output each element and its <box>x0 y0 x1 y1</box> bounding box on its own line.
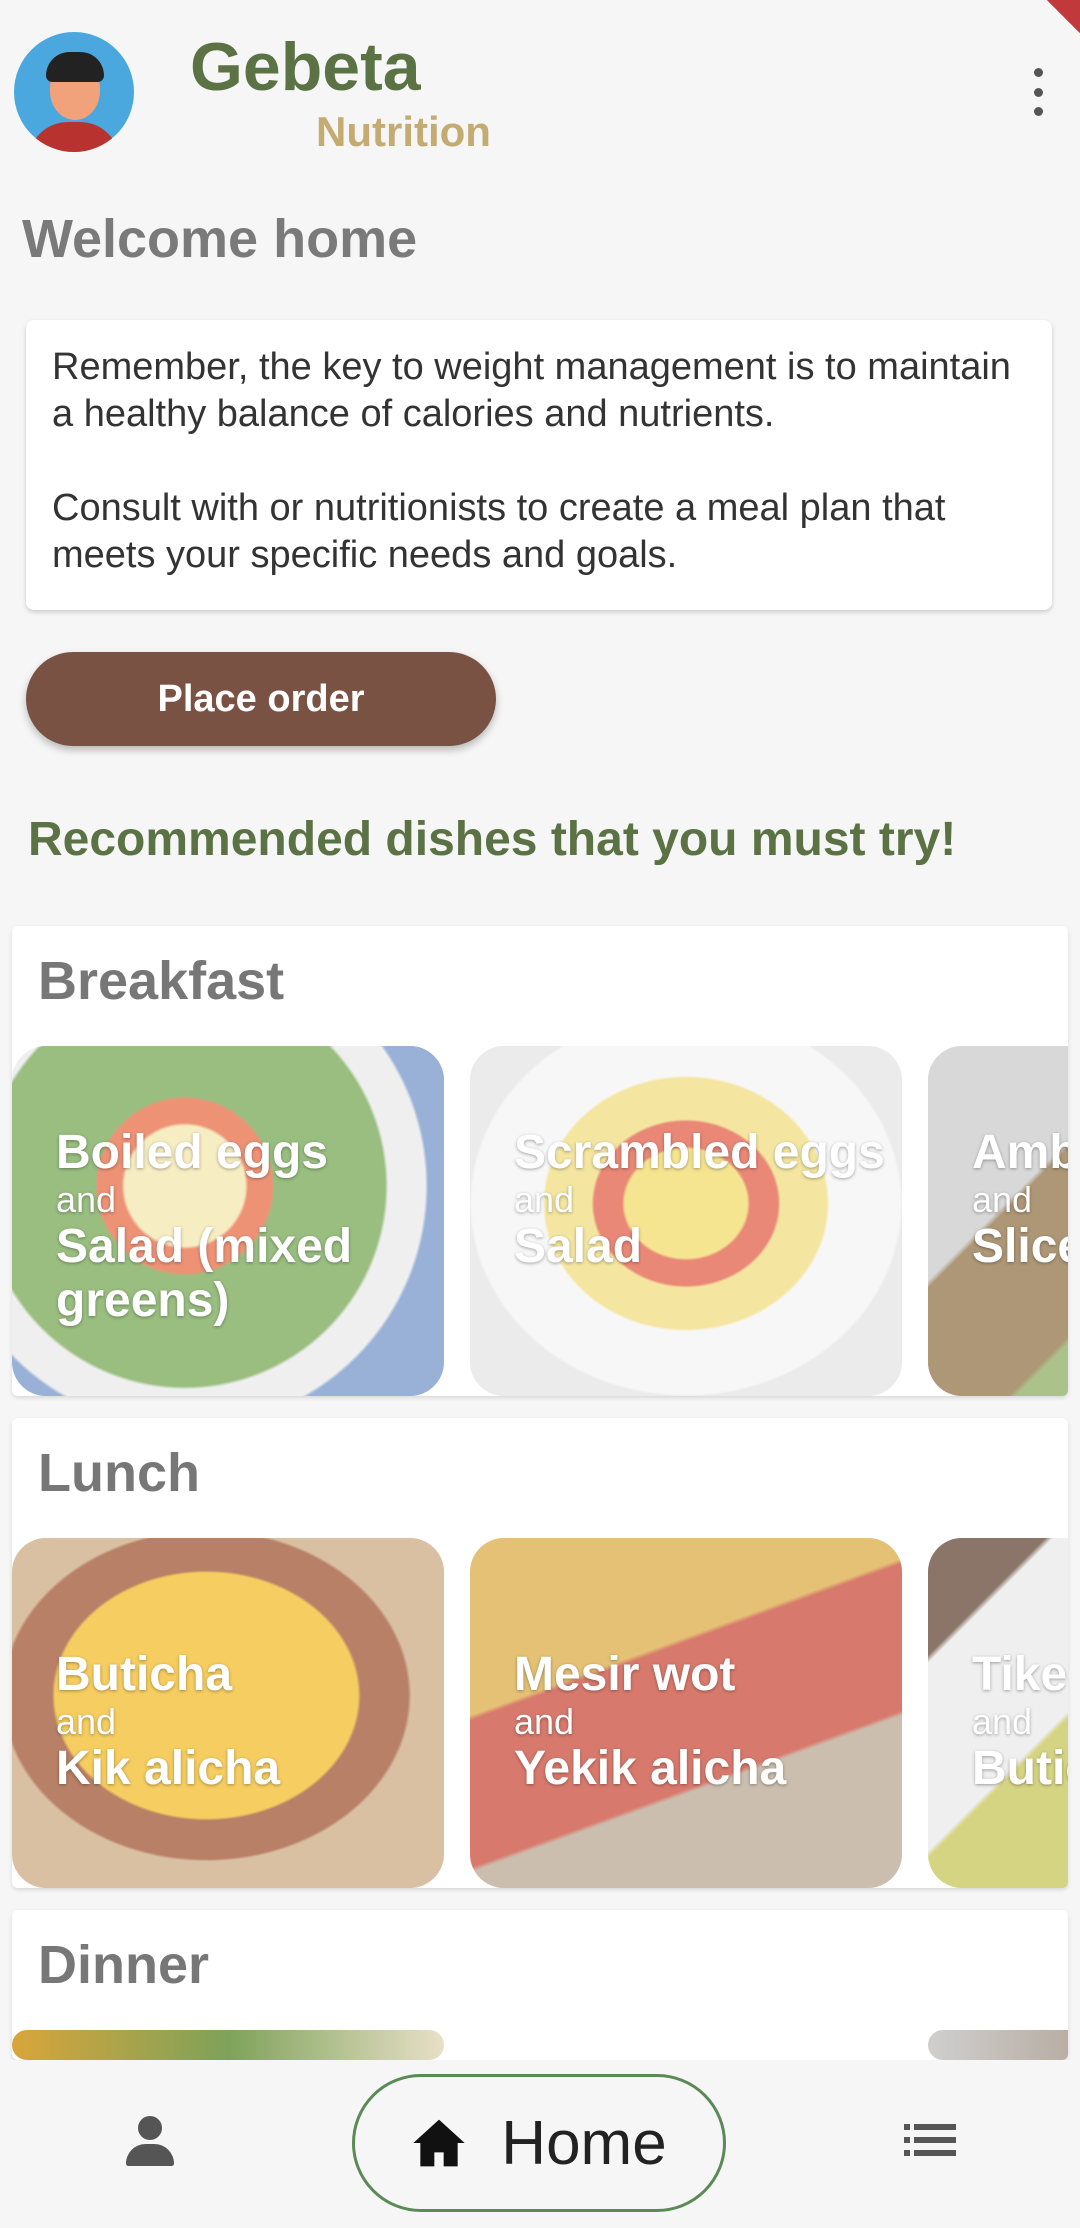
dish-name: Butic <box>972 1742 1068 1795</box>
dish-connector: and <box>972 1179 1033 1220</box>
dish-connector: and <box>514 1701 575 1742</box>
dish-card[interactable]: Buticha and Kik alicha <box>12 1538 444 1888</box>
place-order-button[interactable]: Place order <box>26 652 496 746</box>
dish-card[interactable] <box>12 2030 444 2060</box>
meal-title-lunch: Lunch <box>38 1443 200 1503</box>
dish-card[interactable]: Scrambled eggs and Salad <box>470 1046 902 1396</box>
page-title: Welcome home <box>22 209 418 269</box>
dish-name: Yekik alicha <box>514 1742 787 1795</box>
dish-card[interactable]: Boiled eggs and Salad (mixed greens) <box>12 1046 444 1396</box>
home-icon <box>413 2119 465 2167</box>
user-avatar-icon[interactable] <box>14 32 134 152</box>
nav-home-label: Home <box>501 2108 667 2178</box>
brand-subtitle: Nutrition <box>316 108 491 155</box>
dish-name: Salad <box>514 1220 643 1273</box>
dish-name: Salad (mixed greens) <box>56 1220 353 1327</box>
dish-connector: and <box>972 1701 1033 1742</box>
dish-name: Boiled eggs <box>56 1126 329 1179</box>
dish-name: Slice avoc <box>972 1220 1068 1273</box>
meal-title-breakfast: Breakfast <box>38 951 285 1011</box>
dish-card[interactable]: Amb and Slice avoc <box>928 1046 1068 1396</box>
dish-name: Tike <box>972 1648 1068 1701</box>
nav-home-button[interactable]: Home <box>352 2074 726 2212</box>
meal-title-dinner: Dinner <box>38 1935 210 1995</box>
dish-name: Kik alicha <box>56 1742 281 1795</box>
dish-connector: and <box>514 1179 575 1220</box>
dish-name: Mesir wot <box>514 1648 736 1701</box>
list-icon[interactable] <box>904 2122 956 2158</box>
dish-carousel[interactable]: Boiled eggs and Salad (mixed greens) Scr… <box>12 1046 1068 1396</box>
dish-card[interactable]: Mesir wot and Yekik alicha <box>470 1538 902 1888</box>
more-vert-icon[interactable] <box>1026 68 1050 116</box>
bottom-navigation: Home <box>0 2060 1080 2228</box>
brand-title: Gebeta <box>190 29 421 105</box>
person-icon[interactable] <box>124 2116 176 2168</box>
breakfast-section: Breakfast Boiled eggs and Salad (mixed g… <box>12 926 1068 1396</box>
lunch-section: Lunch Buticha and Kik alicha Mesir wot a… <box>12 1418 1068 1888</box>
dish-card[interactable]: Tike and Butic <box>928 1538 1068 1888</box>
app-header: Gebeta Nutrition <box>0 0 1080 160</box>
dish-card[interactable] <box>928 2030 1068 2060</box>
dish-name: Scrambled eggs <box>514 1126 885 1179</box>
dish-connector: and <box>56 1179 117 1220</box>
dinner-section: Dinner <box>12 1910 1068 2060</box>
dish-carousel[interactable]: Buticha and Kik alicha Mesir wot and Yek… <box>12 1538 1068 1888</box>
recommend-heading: Recommended dishes that you must try! <box>28 813 957 866</box>
tip-text: Remember, the key to weight management i… <box>52 346 1011 576</box>
dish-name: Buticha <box>56 1648 233 1701</box>
dish-connector: and <box>56 1701 117 1742</box>
dish-carousel[interactable] <box>12 2030 1068 2060</box>
dish-name: Amb <box>972 1126 1068 1179</box>
tip-card: Remember, the key to weight management i… <box>26 320 1052 610</box>
